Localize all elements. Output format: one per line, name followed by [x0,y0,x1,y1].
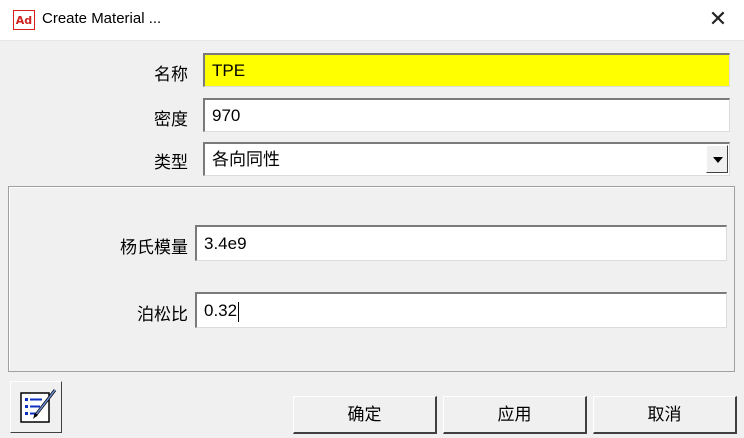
type-value: 各向同性 [212,150,280,169]
chevron-down-icon[interactable] [706,145,728,173]
edit-list-icon [20,389,57,423]
density-input[interactable]: 970 [203,98,730,132]
apply-button[interactable]: 应用 [443,396,587,434]
text-cursor [238,301,240,322]
youngs-modulus-value: 3.4e9 [204,234,247,253]
poisson-ratio-label: 泊松比 [137,305,188,325]
close-icon[interactable]: ✕ [702,4,734,36]
title-bar: Ad Create Material ... ✕ [0,0,744,41]
name-value: TPE [212,61,246,80]
name-label: 名称 [154,65,188,85]
poisson-ratio-input[interactable]: 0.32 [195,292,727,328]
cancel-button[interactable]: 取消 [593,396,737,434]
type-select[interactable]: 各向同性 [203,142,730,176]
name-input[interactable]: TPE [203,53,730,87]
density-label: 密度 [154,110,188,130]
window-title: Create Material ... [42,10,162,27]
ok-button[interactable]: 确定 [293,396,437,434]
poisson-ratio-value: 0.32 [204,301,238,320]
type-label: 类型 [154,153,188,173]
app-logo-icon: Ad [13,10,35,30]
edit-list-button[interactable] [10,381,62,433]
density-value: 970 [212,106,241,125]
properties-groupbox [8,186,735,372]
youngs-modulus-input[interactable]: 3.4e9 [195,225,727,261]
youngs-modulus-label: 杨氏模量 [120,238,188,258]
